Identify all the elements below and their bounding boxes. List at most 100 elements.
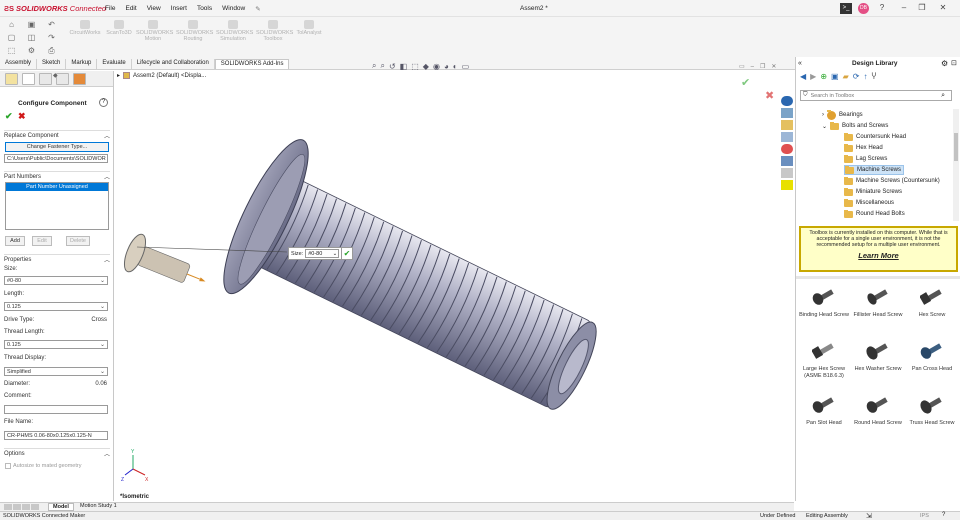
size-popup[interactable]: Size: #0-80 ⌄ — [288, 247, 343, 260]
rebuild-icon[interactable]: ⇲ — [866, 512, 872, 520]
hide-show-icon[interactable]: ◉ — [433, 62, 440, 71]
tree-item-miniature-screws[interactable]: Miniature Screws — [844, 187, 902, 197]
help-icon[interactable]: ? — [99, 98, 108, 107]
menu-tools[interactable]: Tools — [197, 5, 212, 13]
display-style-icon[interactable]: ◆ — [423, 62, 429, 71]
save-icon[interactable]: ▣ — [26, 20, 37, 29]
expand-icon[interactable]: › — [822, 112, 824, 118]
collapse-panel-icon[interactable]: « — [798, 60, 802, 67]
zoom-fit-icon[interactable]: ⌕ — [372, 61, 376, 71]
add-button[interactable]: Add — [5, 236, 25, 246]
feature-tree-tab[interactable] — [5, 73, 18, 85]
close-icon[interactable]: ✕ — [771, 63, 776, 70]
list-item-pan-slot-head[interactable]: Pan Slot Head — [797, 393, 851, 427]
back-icon[interactable]: ◀ — [800, 72, 806, 81]
status-units[interactable]: IPS — [920, 513, 929, 519]
autosize-option[interactable]: Autosize to mated geometry — [5, 463, 81, 469]
tree-item-bearings[interactable]: › Bearings — [822, 109, 863, 120]
view-settings-icon[interactable]: ▭ — [462, 62, 470, 71]
view-orientation-icon[interactable]: ⬚ — [411, 62, 419, 71]
addin-scanto3d[interactable]: ScanTo3D — [102, 20, 136, 36]
display-manager-tab[interactable] — [73, 73, 86, 85]
menu-insert[interactable]: Insert — [171, 5, 187, 13]
prev-tab-icon[interactable] — [13, 504, 21, 510]
file-explorer-icon[interactable] — [781, 120, 793, 130]
thread-length-select[interactable]: 0.125 ⌄ — [4, 340, 108, 349]
addin-toolbox[interactable]: SOLIDWORKS Toolbox — [256, 20, 293, 42]
screw-model[interactable]: Y X Z — [115, 71, 795, 501]
avatar[interactable]: DB — [858, 3, 869, 14]
menu-window[interactable]: Window — [222, 5, 245, 13]
size-popup-ok-icon[interactable]: ✔ — [341, 247, 353, 260]
list-item-large-hex-screw[interactable]: Large Hex Screw (ASME B18.6.3) — [797, 339, 851, 380]
zoom-area-icon[interactable]: ⌕ — [380, 61, 384, 71]
undo-icon[interactable]: ↶ — [46, 20, 57, 29]
list-item-hex-washer-screw[interactable]: Hex Washer Screw — [851, 339, 905, 373]
file-name-field[interactable]: CR-PHMS 0.06-80x0.125x0.125-N — [4, 431, 108, 440]
close-icon[interactable]: ✕ — [935, 3, 951, 14]
restore-icon[interactable]: ❐ — [914, 3, 930, 14]
view-palette-icon[interactable] — [781, 132, 793, 142]
options-header[interactable]: Options ︿ — [4, 448, 110, 458]
comment-field[interactable] — [4, 405, 108, 414]
menu-view[interactable]: View — [147, 5, 161, 13]
add-to-library-icon[interactable]: ⊕ — [820, 72, 827, 81]
minimize-icon[interactable]: – — [896, 3, 912, 14]
addin-simulation[interactable]: SOLIDWORKS Simulation — [216, 20, 253, 42]
learn-more-link[interactable]: Learn More — [804, 251, 953, 259]
help-icon[interactable]: ? — [876, 3, 888, 14]
addin-tolanalyst[interactable]: TolAnalyst — [292, 20, 326, 36]
list-item-truss-head-screw[interactable]: Truss Head Screw — [905, 393, 959, 427]
property-manager-tab[interactable] — [22, 73, 35, 85]
tab-model[interactable]: Model — [48, 503, 74, 511]
select-icon[interactable]: ⬚ — [6, 46, 17, 55]
config-manager-tab[interactable] — [39, 73, 52, 85]
toolbox-tab-icon[interactable] — [781, 180, 793, 190]
redo-icon[interactable]: ↷ — [46, 33, 57, 42]
appearances-icon[interactable] — [781, 144, 793, 154]
autosize-checkbox[interactable] — [5, 463, 11, 469]
part-numbers-list[interactable]: Part Number Unassigned — [5, 182, 109, 230]
part-numbers-header[interactable]: Part Numbers ︿ — [4, 171, 110, 181]
ok-icon[interactable]: ✔ — [5, 111, 13, 122]
create-folder-icon[interactable]: ▰ — [843, 72, 849, 81]
app-logo[interactable]: ƧS SOLIDWORKS Connected — [4, 4, 106, 13]
tree-item-miscellaneous[interactable]: Miscellaneous — [844, 198, 894, 208]
new-icon[interactable]: ▢ — [6, 33, 17, 42]
scene-icon[interactable]: ◐ — [453, 62, 458, 71]
confirm-cancel-icon[interactable]: ✖ — [765, 89, 774, 102]
properties-header[interactable]: Properties ︿ — [4, 254, 110, 264]
add-file-location-icon[interactable]: ▣ — [831, 72, 839, 81]
tree-item-lag-screws[interactable]: Lag Screws — [844, 154, 887, 164]
search-input[interactable] — [810, 92, 921, 99]
replace-component-header[interactable]: Replace Component ︿ — [4, 130, 110, 140]
status-help-icon[interactable]: ? — [942, 512, 945, 518]
next-tab-icon[interactable] — [22, 504, 30, 510]
panel-collapse-icon[interactable]: ◆ — [53, 72, 58, 79]
first-tab-icon[interactable] — [4, 504, 12, 510]
scrollbar-thumb[interactable] — [954, 133, 958, 161]
addin-routing[interactable]: SOLIDWORKS Routing — [176, 20, 213, 42]
restore-icon[interactable]: ❐ — [760, 63, 765, 70]
last-tab-icon[interactable] — [31, 504, 39, 510]
addin-circuitworks[interactable]: CircuitWorks — [68, 20, 102, 36]
pin-icon[interactable]: ✎ — [255, 5, 260, 13]
edit-appearance-icon[interactable]: ◕ — [444, 62, 449, 71]
tab-assembly[interactable]: Assembly — [0, 59, 38, 69]
pin-icon[interactable]: ⊡ — [951, 59, 957, 67]
list-item-hex-screw[interactable]: Hex Screw — [905, 285, 959, 319]
tree-item-machine-screws[interactable]: Machine Screws — [844, 165, 905, 175]
tab-sketch[interactable]: Sketch — [37, 59, 67, 69]
up-icon[interactable]: ↑ — [863, 72, 867, 81]
tree-item-round-head-bolts[interactable]: Round Head Bolts — [844, 209, 905, 219]
design-library-icon[interactable] — [781, 108, 793, 118]
tab-markup[interactable]: Markup — [66, 59, 98, 69]
open-icon[interactable]: ◫ — [26, 33, 37, 42]
forward-icon[interactable]: ▶ — [810, 72, 816, 81]
tree-item-hex-head[interactable]: Hex Head — [844, 143, 883, 153]
delete-button[interactable]: Delete — [66, 236, 90, 246]
length-select[interactable]: 0.125 ⌄ — [4, 302, 108, 311]
size-select[interactable]: #0-80 ⌄ — [4, 276, 108, 285]
print-icon[interactable]: ⎙ — [46, 46, 57, 55]
options-icon[interactable]: ⚙ — [26, 46, 37, 55]
